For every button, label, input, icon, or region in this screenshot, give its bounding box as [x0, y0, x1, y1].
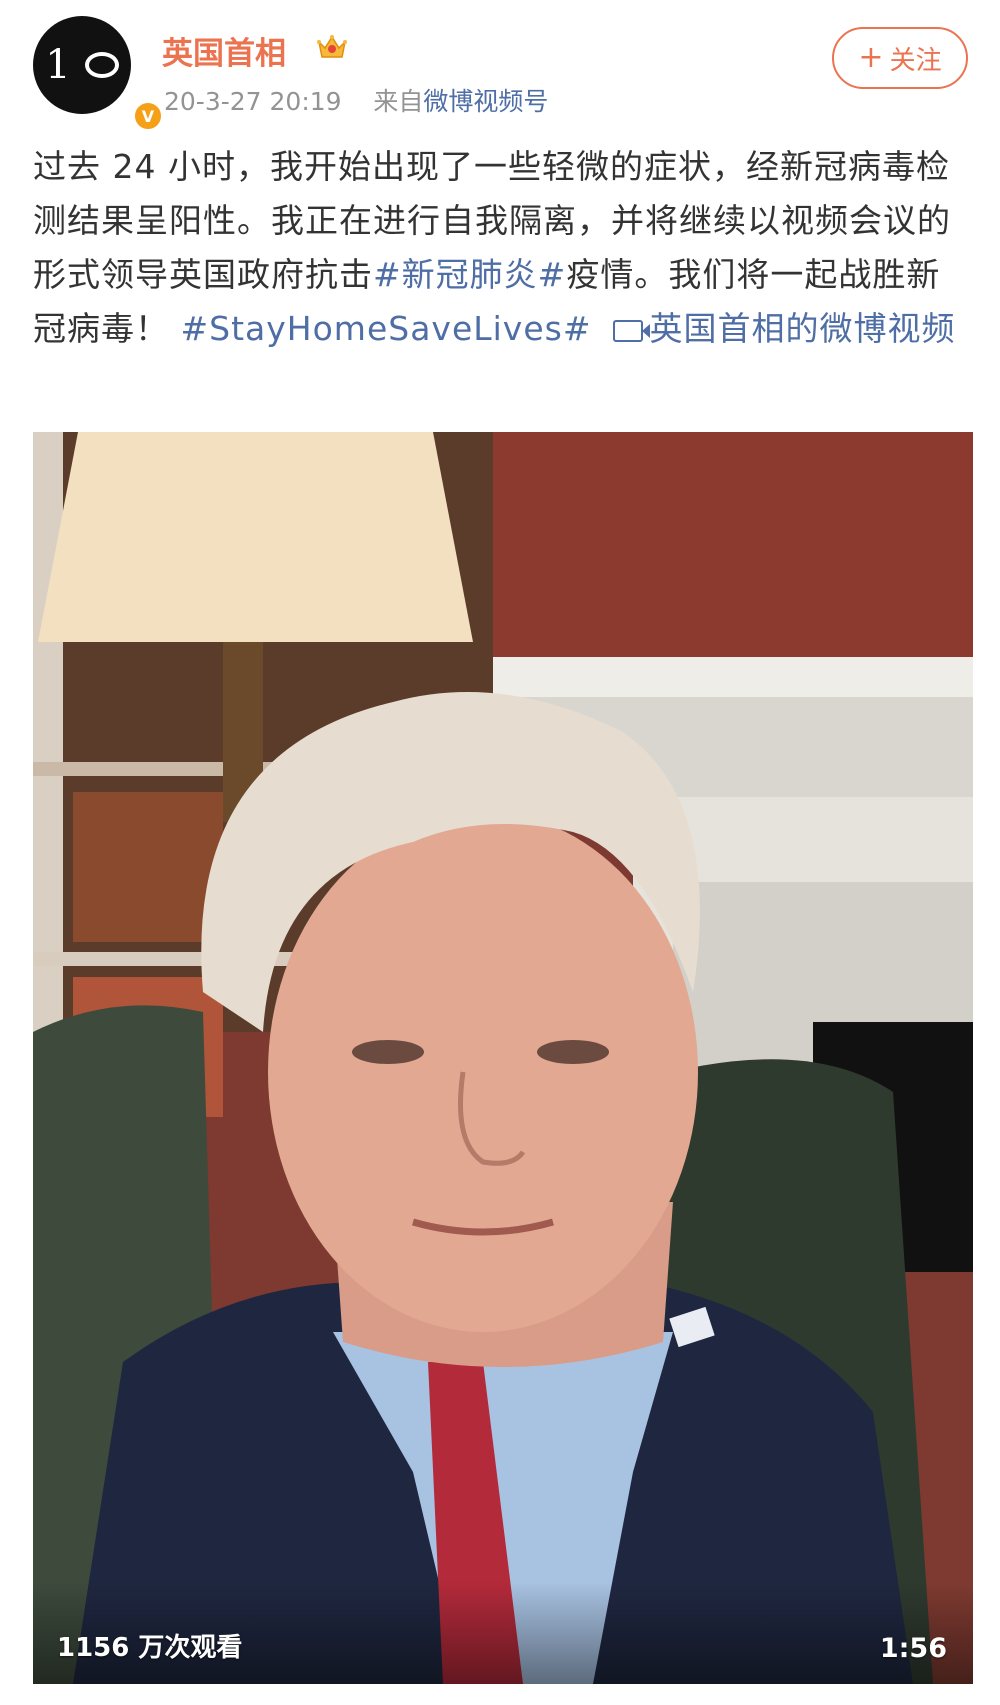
avatar[interactable]: 1 V [33, 16, 163, 131]
video-link[interactable]: 英国首相的微博视频 [649, 309, 955, 348]
follow-label: 关注 [889, 45, 942, 76]
author-name[interactable]: 英国首相 [162, 28, 286, 73]
number-10-logo: 1 [33, 16, 131, 114]
plus-icon: + [858, 40, 884, 75]
post-meta: 20-3-27 20:19 来自微博视频号 [164, 82, 548, 118]
video-player[interactable]: 1156 万次观看 1:56 [33, 432, 973, 1684]
source-prefix: 来自 [373, 87, 424, 116]
crown-icon [317, 35, 347, 58]
post-body: 过去 24 小时，我开始出现了一些轻微的症状，经新冠病毒检测结果呈阳性。我正在进… [33, 140, 973, 356]
hashtag-stayhome[interactable]: #StayHomeSaveLives# [181, 309, 592, 348]
timestamp: 20-3-27 20:19 [164, 87, 342, 116]
source-link[interactable]: 微博视频号 [423, 87, 548, 116]
verified-badge-icon: V [133, 101, 163, 131]
video-duration: 1:56 [879, 1633, 947, 1664]
hashtag-covid[interactable]: #新冠肺炎# [373, 255, 566, 294]
view-count: 1156 万次观看 [57, 1633, 243, 1663]
follow-button[interactable]: + 关注 [832, 27, 968, 89]
post-header: 1 V 英国首相 20-3-27 20:19 来自微博视频号 + 关注 [0, 0, 1000, 131]
video-camera-icon [613, 319, 651, 342]
video-frame [33, 432, 973, 1684]
